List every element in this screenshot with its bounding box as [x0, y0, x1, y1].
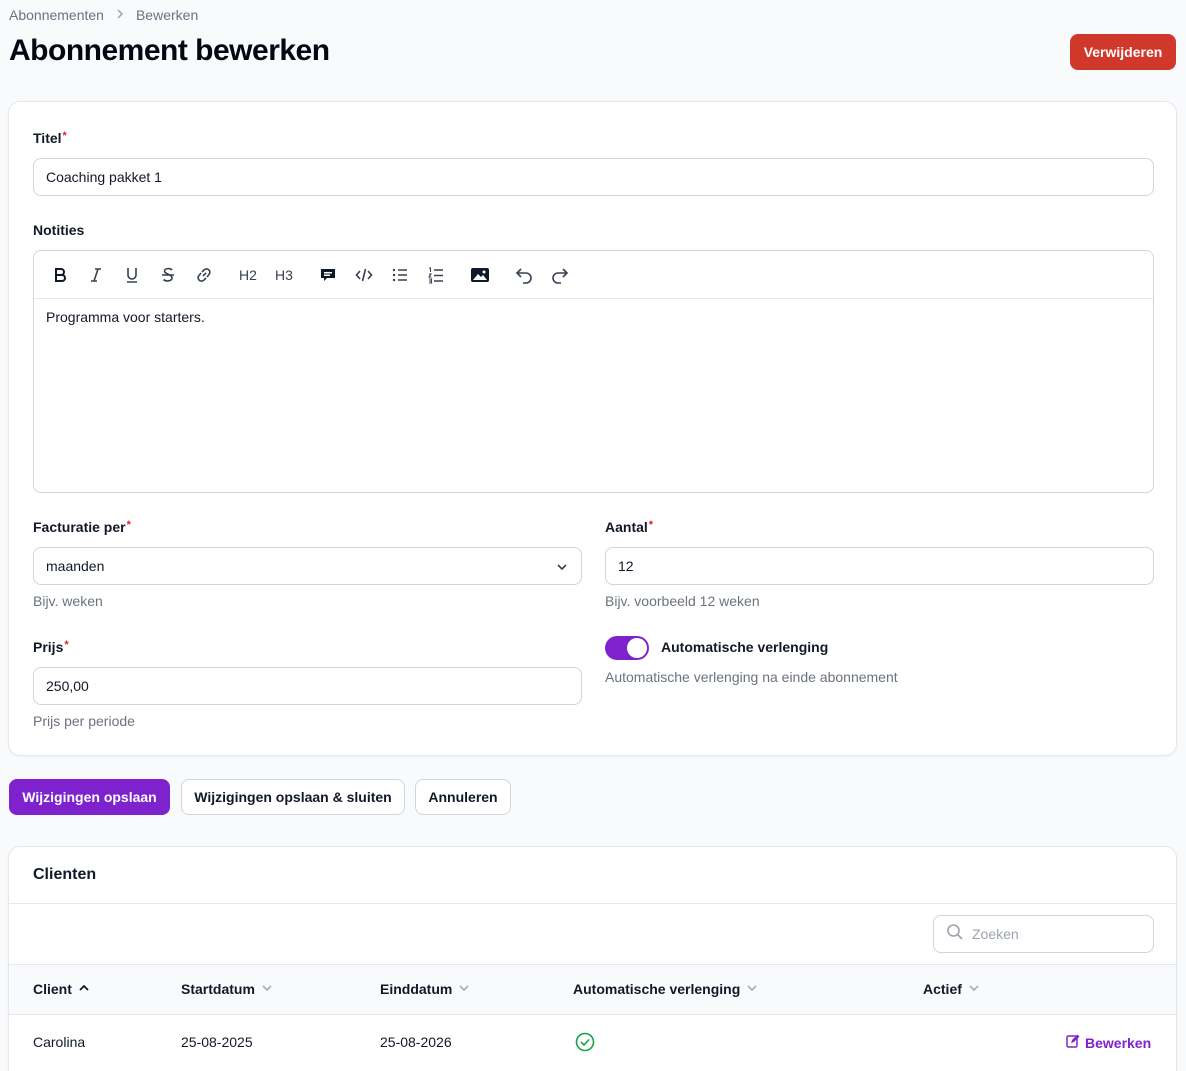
- auto-renew-hint: Automatische verlenging na einde abonnem…: [605, 669, 898, 685]
- price-hint: Prijs per periode: [33, 713, 135, 729]
- amount-hint: Bijv. voorbeeld 12 weken: [605, 593, 760, 609]
- notes-content[interactable]: Programma voor starters.: [34, 299, 1153, 335]
- chevron-down-icon: [458, 981, 470, 997]
- column-header-einddatum[interactable]: Einddatum: [380, 981, 470, 997]
- table-header: Client Startdatum Einddatum Automatische…: [9, 965, 1176, 1015]
- billing-label: Facturatie per*: [33, 519, 131, 535]
- cell-einddatum: 25-08-2026: [380, 1034, 452, 1050]
- title-label: Titel*: [33, 130, 67, 146]
- chevron-right-icon: [114, 8, 126, 23]
- save-close-button[interactable]: Wijzigingen opslaan & sluiten: [181, 779, 405, 815]
- clients-title: Clienten: [33, 866, 97, 883]
- search-input[interactable]: [972, 926, 1142, 942]
- cancel-button[interactable]: Annuleren: [415, 779, 511, 815]
- chevron-down-icon: [555, 560, 569, 577]
- save-button[interactable]: Wijzigingen opslaan: [9, 779, 170, 815]
- notes-label: Notities: [33, 222, 85, 238]
- italic-icon[interactable]: [84, 263, 108, 287]
- code-block-icon[interactable]: [352, 263, 376, 287]
- amount-input[interactable]: 12: [605, 547, 1154, 585]
- breadcrumb-item-bewerken[interactable]: Bewerken: [136, 7, 198, 23]
- price-input[interactable]: 250,00: [33, 667, 582, 705]
- check-circle-icon: [575, 1032, 595, 1055]
- subscription-form: Titel* Coaching pakket 1 Notities H2 H3 …: [8, 101, 1177, 756]
- delete-button[interactable]: Verwijderen: [1070, 34, 1176, 70]
- divider: [9, 903, 1176, 904]
- bullet-list-icon[interactable]: [388, 263, 412, 287]
- billing-select-value: maanden: [46, 558, 105, 574]
- auto-renew-toggle[interactable]: [605, 636, 649, 660]
- amount-label: Aantal*: [605, 519, 654, 535]
- underline-icon[interactable]: [120, 263, 144, 287]
- image-icon[interactable]: [468, 263, 492, 287]
- edit-icon: [1066, 1034, 1080, 1051]
- breadcrumb-item-abonnementen[interactable]: Abonnementen: [9, 7, 104, 23]
- edit-link[interactable]: Bewerken: [1066, 1034, 1151, 1051]
- cell-client: Carolina: [33, 1034, 86, 1050]
- search-icon: [946, 923, 964, 946]
- chevron-down-icon: [746, 981, 758, 997]
- heading-2-icon[interactable]: H2: [236, 263, 260, 287]
- chevron-down-icon: [261, 981, 273, 997]
- editor-toolbar: H2 H3: [34, 251, 1153, 299]
- column-header-actief[interactable]: Actief: [923, 981, 980, 997]
- toggle-knob: [627, 638, 647, 658]
- divider: [9, 1014, 1176, 1015]
- clients-table-card: Clienten Client Startdatum Einddatum Aut…: [8, 846, 1177, 1071]
- price-label: Prijs*: [33, 639, 69, 655]
- redo-icon[interactable]: [548, 263, 572, 287]
- title-input[interactable]: Coaching pakket 1: [33, 158, 1154, 196]
- blockquote-icon[interactable]: [316, 263, 340, 287]
- ordered-list-icon[interactable]: [424, 263, 448, 287]
- auto-renew-label: Automatische verlenging: [661, 639, 829, 655]
- billing-hint: Bijv. weken: [33, 593, 103, 609]
- billing-select[interactable]: maanden: [33, 547, 582, 585]
- column-header-client[interactable]: Client: [33, 981, 90, 997]
- page-title: Abonnement bewerken: [9, 34, 330, 67]
- cell-startdatum: 25-08-2025: [181, 1034, 253, 1050]
- undo-icon[interactable]: [512, 263, 536, 287]
- edit-link-label: Bewerken: [1085, 1034, 1152, 1051]
- notes-editor: H2 H3 Programma voor starters.: [33, 250, 1154, 493]
- chevron-down-icon: [968, 981, 980, 997]
- strikethrough-icon[interactable]: [156, 263, 180, 287]
- breadcrumb: Abonnementen Bewerken: [9, 7, 198, 23]
- column-header-automatische-verlenging[interactable]: Automatische verlenging: [573, 981, 758, 997]
- column-header-startdatum[interactable]: Startdatum: [181, 981, 273, 997]
- bold-icon[interactable]: [48, 263, 72, 287]
- search-box[interactable]: [933, 915, 1154, 953]
- chevron-up-icon: [78, 981, 90, 997]
- heading-3-icon[interactable]: H3: [272, 263, 296, 287]
- link-icon[interactable]: [192, 263, 216, 287]
